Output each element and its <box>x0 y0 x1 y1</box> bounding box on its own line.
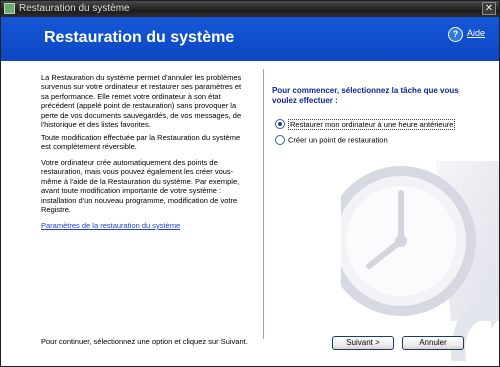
app-icon <box>4 3 15 14</box>
restore-points-paragraph: Votre ordinateur crée automatiquement de… <box>41 158 240 215</box>
page-title: Restauration du système <box>44 29 235 46</box>
option-restore-label: Restaurer mon ordinateur à une heure ant… <box>288 118 456 130</box>
settings-link[interactable]: Paramètres de la restauration du système <box>41 221 180 230</box>
header-band: Restauration du système ? Aide <box>1 17 499 61</box>
option-create-point-label: Créer un point de restauration <box>288 135 388 145</box>
cancel-button[interactable]: Annuler <box>402 336 464 350</box>
task-heading: Pour commencer, sélectionnez la tâche qu… <box>272 86 459 105</box>
content-panel: La Restauration du système permet d'annu… <box>1 61 499 366</box>
vertical-divider <box>263 69 264 339</box>
intro-paragraph: La Restauration du système permet d'annu… <box>41 73 242 130</box>
option-restore[interactable]: Restaurer mon ordinateur à une heure ant… <box>275 118 456 130</box>
radio-unchecked-icon[interactable] <box>275 135 285 146</box>
title-bar[interactable]: Restauration du système ✕ <box>1 1 499 17</box>
close-icon[interactable]: ✕ <box>482 2 496 15</box>
radio-checked-icon[interactable] <box>275 119 285 130</box>
option-create-point[interactable]: Créer un point de restauration <box>275 135 388 146</box>
window-title: Restauration du système <box>19 3 130 14</box>
clock-illustration <box>341 161 499 361</box>
reversible-paragraph: Toute modification effectuée par la Rest… <box>41 133 241 152</box>
system-restore-window: Restauration du système ✕ Restauration d… <box>0 0 500 367</box>
help-link[interactable]: Aide <box>467 28 485 38</box>
help-icon[interactable]: ? <box>448 27 463 42</box>
next-button[interactable]: Suivant > <box>332 336 394 350</box>
footer-instruction: Pour continuer, sélectionnez une option … <box>41 337 248 346</box>
